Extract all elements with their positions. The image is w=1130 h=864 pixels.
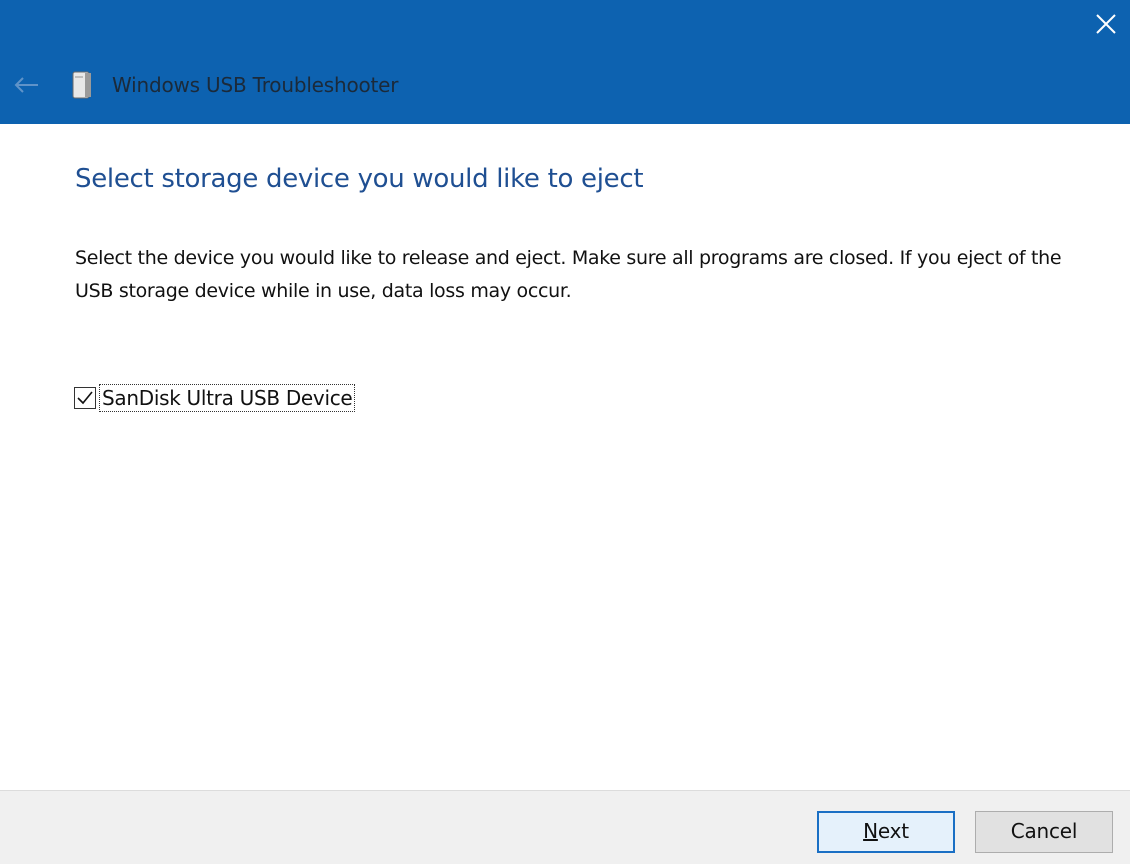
title-bar: Windows USB Troubleshooter [0,0,1130,124]
device-option-sandisk[interactable]: SanDisk Ultra USB Device [74,382,356,414]
cancel-button[interactable]: Cancel [975,811,1113,853]
next-label: ext [877,819,909,843]
usb-drive-icon [68,70,98,100]
page-heading: Select storage device you would like to … [75,164,644,194]
instructions-text: Select the device you would like to rele… [75,247,1062,302]
checkmark-icon [77,391,93,405]
back-arrow-icon [14,77,38,93]
device-checkbox[interactable] [74,387,96,409]
footer-bar: Next Cancel [0,790,1130,864]
next-mnemonic: N [863,819,878,843]
back-button[interactable] [8,68,44,102]
close-icon [1096,14,1116,34]
window-title: Windows USB Troubleshooter [112,73,399,97]
next-button[interactable]: Next [817,811,955,853]
device-label[interactable]: SanDisk Ultra USB Device [99,384,356,412]
close-button[interactable] [1080,0,1130,48]
